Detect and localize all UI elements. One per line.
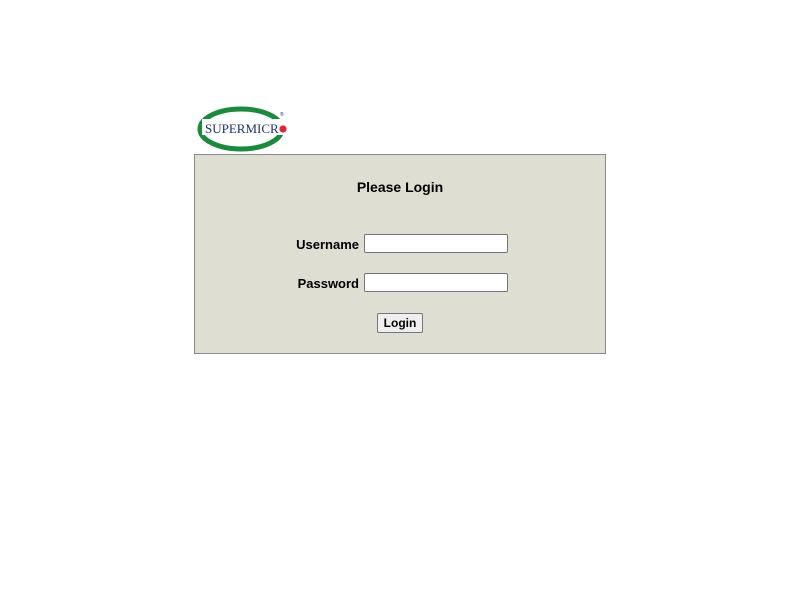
- password-row: Password: [195, 273, 605, 295]
- password-input[interactable]: [364, 273, 508, 292]
- login-panel: Please Login Username Password Login: [194, 154, 606, 354]
- supermicro-logo: SUPERMICR ®: [197, 106, 288, 152]
- login-button[interactable]: Login: [377, 313, 423, 333]
- login-page: SUPERMICR ® Please Login Username Passwo…: [0, 0, 800, 600]
- username-label: Username: [296, 237, 359, 252]
- password-label: Password: [297, 276, 359, 291]
- username-input[interactable]: [364, 234, 508, 253]
- username-row: Username: [195, 234, 605, 256]
- svg-text:SUPERMICR: SUPERMICR: [205, 121, 279, 136]
- login-title: Please Login: [356, 179, 444, 195]
- svg-text:®: ®: [280, 111, 284, 118]
